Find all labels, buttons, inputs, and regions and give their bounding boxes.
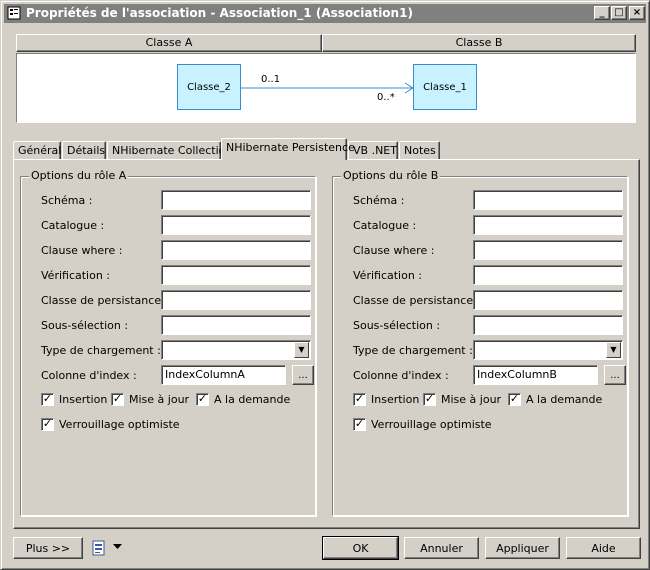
title-bar[interactable]: Propriétés de l'association - Associatio…	[4, 4, 646, 23]
verrouillage-label: Verrouillage optimiste	[59, 418, 180, 431]
window-title: Propriétés de l'association - Associatio…	[26, 6, 413, 20]
schema-input[interactable]	[473, 190, 623, 210]
class-right-name: Classe_1	[423, 81, 467, 93]
label-classe-persistance: Classe de persistance :	[353, 294, 481, 307]
class-box-right: Classe_1	[413, 64, 477, 110]
maximize-button[interactable]: □	[611, 6, 627, 20]
type-chargement-select[interactable]: ▼	[161, 340, 311, 360]
class-a-header[interactable]: Classe A	[16, 34, 322, 52]
label-sous-selection: Sous-sélection :	[353, 319, 441, 332]
label-type-chargement: Type de chargement :	[41, 344, 161, 357]
label-schema: Schéma :	[41, 194, 93, 207]
catalogue-input[interactable]	[161, 215, 311, 235]
clause-where-input[interactable]	[473, 240, 623, 260]
browse-index-button[interactable]: ...	[292, 365, 314, 385]
schema-input[interactable]	[161, 190, 311, 210]
insertion-checkbox[interactable]: ✓	[353, 393, 366, 406]
role-b-title: Options du rôle B	[341, 169, 441, 182]
dropdown-arrow-icon[interactable]: ▼	[294, 342, 309, 358]
multiplicity-left: 0..1	[261, 74, 281, 85]
verrouillage-checkbox[interactable]: ✓	[41, 418, 54, 431]
label-type-chargement: Type de chargement :	[353, 344, 473, 357]
a-la-demande-checkbox[interactable]: ✓	[196, 393, 209, 406]
insertion-label: Insertion	[59, 393, 108, 406]
tab-nhibernate-persistence[interactable]: NHibernate Persistence	[221, 138, 355, 160]
dialog-window: Propriétés de l'association - Associatio…	[0, 0, 650, 570]
role-a-group: Options du rôle A Schéma : Catalogue : C…	[20, 169, 316, 516]
label-colonne-index: Colonne d'index :	[353, 369, 449, 382]
role-a-title: Options du rôle A	[29, 169, 129, 182]
insertion-label: Insertion	[371, 393, 420, 406]
class-b-header[interactable]: Classe B	[322, 34, 636, 52]
mise-a-jour-checkbox[interactable]: ✓	[423, 393, 436, 406]
tab-panel: Options du rôle A Schéma : Catalogue : C…	[13, 159, 640, 529]
tab-vbnet[interactable]: VB .NET	[348, 141, 398, 160]
label-sous-selection: Sous-sélection :	[41, 319, 129, 332]
verification-input[interactable]	[161, 265, 311, 285]
tab-notes[interactable]: Notes	[399, 141, 440, 160]
verrouillage-checkbox[interactable]: ✓	[353, 418, 366, 431]
a-la-demande-label: A la demande	[526, 393, 603, 406]
clause-where-input[interactable]	[161, 240, 311, 260]
document-list-icon[interactable]	[91, 540, 107, 556]
label-catalogue: Catalogue :	[41, 219, 105, 232]
a-la-demande-label: A la demande	[214, 393, 291, 406]
a-la-demande-checkbox[interactable]: ✓	[508, 393, 521, 406]
sous-selection-input[interactable]	[473, 315, 623, 335]
role-b-group: Options du rôle B Schéma : Catalogue : C…	[332, 169, 628, 516]
help-button[interactable]: Aide	[566, 537, 641, 559]
browse-index-button[interactable]: ...	[604, 365, 626, 385]
label-catalogue: Catalogue :	[353, 219, 417, 232]
label-verification: Vérification :	[41, 269, 111, 282]
minimize-button[interactable]: _	[594, 6, 610, 20]
verification-input[interactable]	[473, 265, 623, 285]
classe-persistance-input[interactable]	[473, 290, 623, 310]
colonne-index-input[interactable]: IndexColumnB	[473, 365, 598, 385]
classe-persistance-input[interactable]	[161, 290, 311, 310]
mise-a-jour-checkbox[interactable]: ✓	[111, 393, 124, 406]
association-preview: Classe_2 Classe_1 0..1 0..*	[16, 53, 636, 123]
label-verification: Vérification :	[353, 269, 423, 282]
dropdown-arrow-icon[interactable]: ▼	[606, 342, 621, 358]
label-classe-persistance: Classe de persistance :	[41, 294, 169, 307]
mise-a-jour-label: Mise à jour	[441, 393, 502, 406]
caret-down-icon[interactable]	[113, 544, 122, 550]
apply-button[interactable]: Appliquer	[485, 537, 560, 559]
tab-general[interactable]: Général	[13, 141, 61, 160]
class-left-name: Classe_2	[187, 81, 231, 93]
multiplicity-right: 0..*	[377, 92, 395, 103]
cancel-button[interactable]: Annuler	[404, 537, 479, 559]
type-chargement-select[interactable]: ▼	[473, 340, 623, 360]
tab-nhibernate-collection[interactable]: NHibernate Collection	[107, 141, 232, 160]
label-schema: Schéma :	[353, 194, 405, 207]
class-box-left: Classe_2	[177, 64, 241, 110]
close-button[interactable]: ×	[629, 6, 645, 20]
label-clause-where: Clause where :	[41, 244, 123, 257]
sous-selection-input[interactable]	[161, 315, 311, 335]
properties-icon	[7, 6, 21, 20]
ok-button[interactable]: OK	[322, 536, 399, 560]
verrouillage-label: Verrouillage optimiste	[371, 418, 492, 431]
tab-details[interactable]: Détails	[62, 141, 106, 160]
colonne-index-input[interactable]: IndexColumnA	[161, 365, 286, 385]
insertion-checkbox[interactable]: ✓	[41, 393, 54, 406]
catalogue-input[interactable]	[473, 215, 623, 235]
label-clause-where: Clause where :	[353, 244, 435, 257]
mise-a-jour-label: Mise à jour	[129, 393, 190, 406]
label-colonne-index: Colonne d'index :	[41, 369, 137, 382]
plus-button[interactable]: Plus >>	[13, 537, 83, 559]
